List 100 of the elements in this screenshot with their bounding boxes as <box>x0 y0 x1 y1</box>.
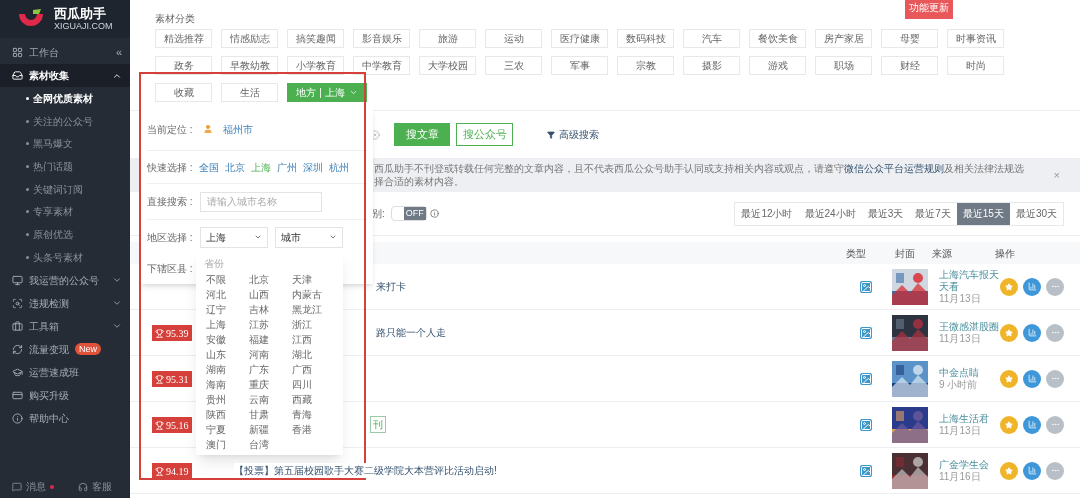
province-option[interactable]: 香港 <box>292 423 335 437</box>
province-option[interactable]: 陕西 <box>206 408 249 422</box>
sidebar-item[interactable]: 帮助中心 <box>0 406 130 430</box>
city-search-field[interactable]: 请输入城市名称 <box>199 191 322 212</box>
province-option[interactable]: 上海 <box>206 318 249 332</box>
stats-button[interactable] <box>1023 369 1041 388</box>
province-option[interactable]: 辽宁 <box>206 303 249 317</box>
province-option[interactable]: 山东 <box>206 348 249 362</box>
sidebar-item[interactable]: 我运营的公众号 <box>0 268 130 292</box>
submenu-item[interactable]: 专享素材 <box>0 200 130 224</box>
source-name[interactable]: 广金学生会 <box>939 458 1000 471</box>
province-option[interactable]: 山西 <box>249 288 292 302</box>
category-chip[interactable]: 情感励志 <box>221 29 278 48</box>
province-select[interactable]: 上海 <box>199 226 268 248</box>
province-option[interactable]: 内蒙古 <box>292 288 335 302</box>
province-option[interactable]: 青海 <box>292 408 335 422</box>
category-chip[interactable]: 汽车 <box>683 29 740 48</box>
category-chip[interactable]: 时尚 <box>947 56 1004 75</box>
quick-city-link[interactable]: 深圳 <box>302 159 323 175</box>
category-chip[interactable]: 职场 <box>815 56 872 75</box>
favorite-button[interactable] <box>1000 369 1018 388</box>
category-chip[interactable]: 医疗健康 <box>551 29 608 48</box>
sidebar-item[interactable]: 工具箱 <box>0 314 130 338</box>
advanced-search-link[interactable]: 高级搜索 <box>547 127 599 142</box>
sidebar-item[interactable]: 流量变现 New <box>0 337 130 361</box>
province-option[interactable]: 北京 <box>249 273 292 287</box>
province-option[interactable]: 云南 <box>249 393 292 407</box>
province-option[interactable]: 广西 <box>292 363 335 377</box>
time-range-tab[interactable]: 最近15天 <box>956 202 1010 225</box>
source-name[interactable]: 上海汽车报天天看 <box>939 268 1000 293</box>
current-city[interactable]: 福州市 <box>222 121 253 137</box>
province-option[interactable]: 福建 <box>249 333 292 347</box>
category-chip[interactable]: 三农 <box>485 56 542 75</box>
more-button[interactable] <box>1046 277 1064 296</box>
city-select[interactable]: 城市 <box>274 226 343 248</box>
province-option[interactable]: 浙江 <box>292 318 335 332</box>
province-option[interactable]: 安徽 <box>206 333 249 347</box>
category-chip[interactable]: 餐饮美食 <box>749 29 806 48</box>
category-chip[interactable]: 旅游 <box>419 29 476 48</box>
category-chip[interactable]: 生活 <box>221 83 278 102</box>
category-chip[interactable]: 搞笑趣闻 <box>287 29 344 48</box>
sidebar-item[interactable]: 购买升级 <box>0 383 130 407</box>
province-option[interactable]: 不限 <box>206 273 249 287</box>
province-option[interactable]: 四川 <box>292 378 335 392</box>
article-title[interactable]: 路只能一个人走 <box>376 325 446 340</box>
category-chip[interactable]: 母婴 <box>881 29 938 48</box>
category-chip[interactable]: 房产家居 <box>815 29 872 48</box>
submenu-item[interactable]: 热门话题 <box>0 155 130 178</box>
category-chip[interactable]: 游戏 <box>749 56 806 75</box>
category-chip[interactable]: 收藏 <box>155 83 212 102</box>
submenu-item[interactable]: 黑马爆文 <box>0 132 130 156</box>
rules-link[interactable]: 微信公众平台运营规则 <box>844 163 944 174</box>
province-option[interactable]: 西藏 <box>292 393 335 407</box>
submenu-item[interactable]: 原创优选 <box>0 223 130 246</box>
category-chip[interactable]: 影音娱乐 <box>353 29 410 48</box>
more-button[interactable] <box>1046 415 1064 434</box>
province-option[interactable]: 吉林 <box>249 303 292 317</box>
favorite-button[interactable] <box>1000 461 1018 480</box>
province-option[interactable]: 海南 <box>206 378 249 392</box>
stats-button[interactable] <box>1023 277 1041 296</box>
submenu-item[interactable]: 关键词订阅 <box>0 177 130 201</box>
category-chip[interactable]: 摄影 <box>683 56 740 75</box>
sidebar-item[interactable]: 违规检测 <box>0 291 130 315</box>
category-chip[interactable]: 精选推荐 <box>155 29 212 48</box>
province-option[interactable]: 新疆 <box>249 423 292 437</box>
province-option[interactable]: 台湾 <box>249 438 292 452</box>
province-option[interactable]: 江西 <box>292 333 335 347</box>
province-option[interactable]: 广东 <box>249 363 292 377</box>
province-option[interactable]: 湖北 <box>292 348 335 362</box>
province-option[interactable]: 澳门 <box>206 438 249 452</box>
quick-city-link[interactable]: 北京 <box>224 159 245 175</box>
quick-city-link[interactable]: 广州 <box>276 159 297 175</box>
category-chip[interactable]: 时事资讯 <box>947 29 1004 48</box>
more-button[interactable] <box>1046 461 1064 480</box>
collapse-button[interactable]: « <box>115 44 122 61</box>
submenu-item[interactable]: 全网优质素材 <box>0 87 130 110</box>
favorite-button[interactable] <box>1000 415 1018 434</box>
sidebar-item[interactable]: 工作台 « <box>0 41 130 64</box>
province-option[interactable]: 重庆 <box>249 378 292 392</box>
article-title[interactable]: 来打卡 <box>376 279 406 294</box>
category-chip[interactable]: 运动 <box>485 29 542 48</box>
province-option[interactable]: 天津 <box>292 273 335 287</box>
province-option[interactable]: 黑龙江 <box>292 303 335 317</box>
sidebar-item[interactable]: 运营速成班 <box>0 360 130 384</box>
footer-link[interactable]: 客服 <box>78 479 112 494</box>
submenu-item[interactable]: 头条号素材 <box>0 245 130 269</box>
stats-button[interactable] <box>1023 323 1041 342</box>
category-chip[interactable]: 财经 <box>881 56 938 75</box>
toggle-switch[interactable]: OFF <box>390 206 427 221</box>
more-button[interactable] <box>1046 369 1064 388</box>
province-option[interactable]: 甘肃 <box>249 408 292 422</box>
clear-icon[interactable] <box>370 129 380 140</box>
submenu-item[interactable]: 关注的公众号 <box>0 109 130 133</box>
category-chip[interactable]: 中学教育 <box>353 56 410 75</box>
province-option[interactable]: 河北 <box>206 288 249 302</box>
quick-city-link[interactable]: 杭州 <box>328 159 349 175</box>
quick-city-link[interactable]: 全国 <box>198 159 219 175</box>
category-chip[interactable]: 数码科技 <box>617 29 674 48</box>
source-name[interactable]: 上海生活君 <box>939 412 1000 425</box>
stats-button[interactable] <box>1023 461 1041 480</box>
